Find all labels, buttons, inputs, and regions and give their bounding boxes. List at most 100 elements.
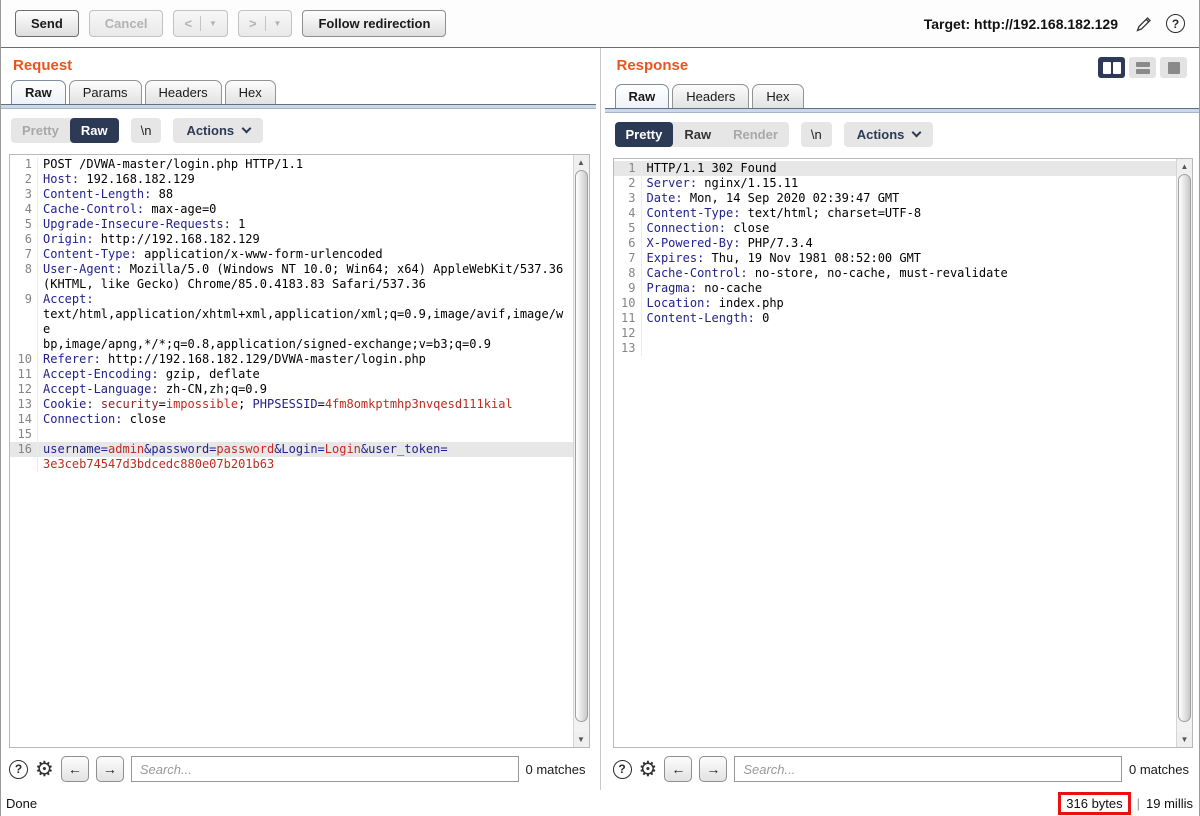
line-number: 4 [614, 206, 642, 221]
dropdown-caret-icon: ▼ [209, 18, 217, 28]
request-code[interactable]: 1 POST /DVWA-master/login.php HTTP/1.1 2 Ho… [10, 155, 573, 747]
divider [264, 16, 266, 31]
previous-request-button[interactable]: < ▼ [173, 10, 228, 37]
repeater-window: Send Cancel < ▼ > ▼ Follow redirection T… [1, 0, 1199, 816]
view-raw-button[interactable]: Raw [673, 122, 722, 147]
line-content: Pragma: no-cache [646, 281, 763, 295]
columns-layout-button[interactable] [1098, 57, 1125, 78]
single-layout-button[interactable] [1160, 57, 1187, 78]
code-line[interactable]: 8 Cache-Control: no-store, no-cache, must… [614, 266, 1177, 281]
rows-layout-button[interactable] [1129, 57, 1156, 78]
send-button[interactable]: Send [15, 10, 79, 37]
request-header: Request [1, 48, 596, 80]
line-number: 15 [10, 427, 38, 442]
cancel-button[interactable]: Cancel [88, 10, 164, 37]
code-line[interactable]: 7 Content-Type: application/x-www-form-ur… [10, 247, 573, 262]
request-editor[interactable]: 1 POST /DVWA-master/login.php HTTP/1.1 2 Ho… [9, 154, 590, 748]
response-editor[interactable]: 1 HTTP/1.1 302 Found 2 Server: nginx/1.15.1… [612, 158, 1193, 748]
next-request-button[interactable]: > ▼ [237, 10, 293, 37]
code-line[interactable]: 11 Content-Length: 0 [614, 311, 1177, 326]
search-prev-button[interactable]: ← [60, 756, 89, 782]
code-line[interactable]: 15 [10, 427, 573, 442]
code-line[interactable]: 16 username=admin&password=password&Login… [10, 442, 573, 457]
view-raw-button[interactable]: Raw [69, 118, 119, 143]
tab-headers[interactable]: Headers [672, 84, 750, 108]
code-line[interactable]: 13 Cookie: security=impossible; PHPSESSID… [10, 397, 573, 412]
scroll-up-icon[interactable]: ▲ [573, 155, 589, 170]
code-line[interactable]: 4 Content-Type: text/html; charset=UTF-8 [614, 206, 1177, 221]
code-line[interactable]: 1 HTTP/1.1 302 Found [613, 161, 1176, 176]
code-line[interactable]: 1 POST /DVWA-master/login.php HTTP/1.1 [10, 157, 573, 172]
scrollbar-track[interactable] [1177, 722, 1192, 732]
view-pretty-button[interactable]: Pretty [614, 122, 674, 147]
line-content: Cookie: security=impossible; PHPSESSID=4… [43, 397, 513, 411]
follow-redirection-button[interactable]: Follow redirection [302, 10, 447, 37]
panel-split-handle[interactable] [596, 48, 605, 790]
code-line[interactable]: 11 Accept-Encoding: gzip, deflate [10, 367, 573, 382]
code-line[interactable]: 6 X-Powered-By: PHP/7.3.4 [614, 236, 1177, 251]
tab-headers[interactable]: Headers [144, 80, 222, 104]
scrollbar-thumb[interactable] [1178, 174, 1191, 722]
columns-layout-icon [1102, 61, 1111, 74]
code-line[interactable]: 5 Upgrade-Insecure-Requests: 1 [10, 217, 573, 232]
code-line[interactable]: 5 Connection: close [614, 221, 1177, 236]
search-settings-gear-icon[interactable]: ⚙ [639, 759, 658, 780]
code-line[interactable]: 12 [614, 326, 1177, 341]
scroll-down-icon[interactable]: ▼ [573, 732, 589, 747]
code-line[interactable]: text/html,application/xhtml+xml,applicat… [10, 307, 573, 337]
code-line[interactable]: 8 User-Agent: Mozilla/5.0 (Windows NT 10.… [10, 262, 573, 277]
code-line[interactable]: 9 Accept: [10, 292, 573, 307]
code-line[interactable]: 9 Pragma: no-cache [614, 281, 1177, 296]
newline-toggle-button[interactable]: \n [800, 122, 832, 147]
line-content: Upgrade-Insecure-Requests: 1 [43, 217, 246, 231]
code-line[interactable]: 2 Host: 192.168.182.129 [10, 172, 573, 187]
help-icon[interactable]: ? [1166, 14, 1185, 33]
back-icon: < [184, 16, 193, 31]
tab-hex[interactable]: Hex [224, 80, 276, 104]
code-line[interactable]: (KHTML, like Gecko) Chrome/85.0.4183.83 … [10, 277, 573, 292]
code-line[interactable]: 3 Date: Mon, 14 Sep 2020 02:39:47 GMT [614, 191, 1177, 206]
code-line[interactable]: 3 Content-Length: 88 [10, 187, 573, 202]
search-next-button[interactable]: → [699, 756, 728, 782]
view-render-button[interactable]: Render [722, 122, 789, 147]
code-line[interactable]: 6 Origin: http://192.168.182.129 [10, 232, 573, 247]
code-line[interactable]: 14 Connection: close [10, 412, 573, 427]
line-content: Content-Type: text/html; charset=UTF-8 [646, 206, 922, 220]
code-line[interactable]: 13 [614, 341, 1177, 356]
edit-target-pencil-icon[interactable] [1132, 12, 1156, 36]
code-line[interactable]: 12 Accept-Language: zh-CN,zh;q=0.9 [10, 382, 573, 397]
search-help-icon[interactable]: ? [9, 759, 28, 779]
code-line[interactable]: bp,image/apng,*/*;q=0.8,application/sign… [10, 337, 573, 352]
code-line[interactable]: 10 Referer: http://192.168.182.129/DVWA-m… [10, 352, 573, 367]
search-next-button[interactable]: → [95, 756, 124, 782]
view-pretty-button[interactable]: Pretty [11, 118, 70, 143]
response-actions-button[interactable]: Actions [843, 122, 934, 147]
scrollbar-thumb[interactable] [574, 170, 588, 722]
line-content [642, 341, 651, 356]
code-line[interactable]: 3e3ceb74547d3bdcedc880e07b201b63 [10, 457, 573, 472]
response-search-input[interactable] [734, 756, 1123, 782]
search-prev-button[interactable]: ← [664, 756, 693, 782]
scrollbar-track[interactable] [574, 722, 589, 732]
request-search-input[interactable] [130, 756, 519, 782]
code-line[interactable]: 10 Location: index.php [614, 296, 1177, 311]
request-scrollbar[interactable]: ▲ ▼ [572, 155, 589, 747]
tab-raw[interactable]: Raw [614, 84, 670, 108]
line-number: 8 [10, 262, 38, 277]
tab-hex[interactable]: Hex [752, 84, 804, 108]
tab-params[interactable]: Params [68, 80, 142, 104]
tab-raw[interactable]: Raw [11, 80, 66, 104]
scroll-down-icon[interactable]: ▼ [1177, 732, 1192, 747]
request-actions-button[interactable]: Actions [173, 118, 264, 143]
code-line[interactable]: 7 Expires: Thu, 19 Nov 1981 08:52:00 GMT [614, 251, 1177, 266]
response-code[interactable]: 1 HTTP/1.1 302 Found 2 Server: nginx/1.15.1… [613, 159, 1177, 747]
status-bar: Done 316 bytes | 19 millis [1, 790, 1199, 816]
search-settings-gear-icon[interactable]: ⚙ [35, 759, 54, 780]
code-line[interactable]: 2 Server: nginx/1.15.11 [614, 176, 1177, 191]
search-help-icon[interactable]: ? [612, 759, 632, 779]
code-line[interactable]: 4 Cache-Control: max-age=0 [10, 202, 573, 217]
newline-toggle-button[interactable]: \n [130, 118, 162, 143]
response-scrollbar[interactable]: ▲ ▼ [1176, 159, 1192, 747]
scroll-up-icon[interactable]: ▲ [1177, 159, 1192, 174]
line-number [10, 277, 38, 292]
